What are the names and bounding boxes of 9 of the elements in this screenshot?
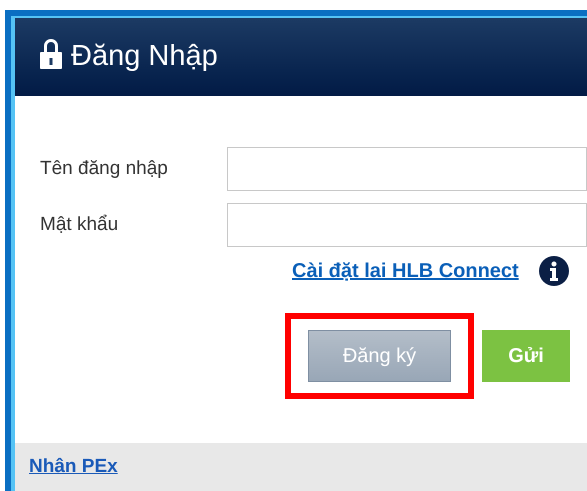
field-label: Mật khẩu [40, 212, 120, 237]
input-field[interactable] [227, 203, 587, 247]
reset-link[interactable]: Cài đặt lai HLB Connect [292, 256, 519, 286]
header-title: Đăng Nhập [71, 39, 218, 74]
lock-icon [39, 37, 63, 71]
input-field[interactable] [227, 147, 587, 191]
info-icon[interactable] [538, 256, 569, 286]
field-label: Tên đăng nhập [40, 156, 169, 181]
footer-link[interactable]: Nhân PEx [29, 452, 118, 482]
